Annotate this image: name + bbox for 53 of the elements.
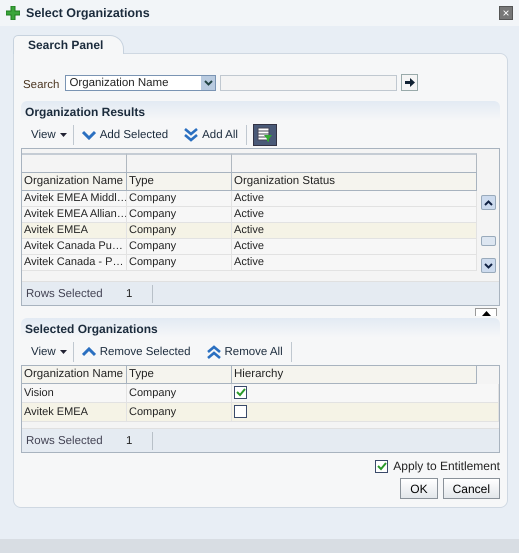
collapse-button[interactable] bbox=[475, 308, 497, 316]
close-button[interactable]: × bbox=[499, 6, 513, 20]
checkbox[interactable] bbox=[234, 404, 247, 418]
table-row[interactable]: Avitek EMEA Company bbox=[22, 403, 499, 422]
search-label: Search bbox=[23, 78, 60, 90]
table-row[interactable]: Vision Company bbox=[22, 384, 499, 403]
column-header[interactable]: Organization Name bbox=[22, 173, 127, 190]
checkbox[interactable] bbox=[234, 386, 247, 398]
go-button[interactable] bbox=[401, 74, 418, 91]
column-header[interactable]: Organization Status bbox=[232, 173, 477, 190]
rows-selected-label: Rows Selected bbox=[25, 288, 104, 300]
table-row[interactable]: Avitek EMEA Allian…Company Active bbox=[22, 207, 477, 223]
toolbar-button[interactable]: Remove Selected bbox=[74, 342, 198, 362]
caret-icon bbox=[60, 350, 67, 354]
triangle-up-icon bbox=[482, 311, 490, 316]
column-header[interactable]: Hierarchy bbox=[232, 366, 477, 383]
caret-icon bbox=[60, 133, 67, 137]
search-input[interactable] bbox=[220, 74, 398, 90]
table-row[interactable]: Avitek EMEA Company Active bbox=[22, 223, 477, 239]
view-menu[interactable]: View bbox=[27, 125, 73, 145]
column-header[interactable]: Type bbox=[127, 366, 232, 383]
checkbox-label: Apply to Entitlement bbox=[393, 459, 500, 473]
column-header[interactable]: Type bbox=[127, 173, 232, 190]
rows-selected-label: Rows Selected bbox=[25, 434, 104, 446]
chevron-down-icon bbox=[484, 262, 492, 268]
double-chevron-down-icon bbox=[184, 128, 198, 142]
section-header: Organization Results bbox=[21, 101, 500, 121]
chevron-down-icon bbox=[204, 80, 213, 86]
chevron-up-icon bbox=[82, 347, 96, 357]
filter-table-icon[interactable] bbox=[252, 124, 277, 146]
section-header: Selected Organizations bbox=[21, 318, 500, 338]
double-chevron-up-icon bbox=[206, 345, 220, 359]
rows-selected-count: 1 bbox=[106, 284, 153, 302]
toolbar-button[interactable]: Add Selected bbox=[74, 125, 176, 145]
rows-selected-count: 1 bbox=[106, 432, 153, 450]
search-field-dropdown[interactable]: Organization Name bbox=[65, 74, 216, 90]
column-header[interactable]: Organization Name bbox=[22, 366, 127, 383]
checkbox[interactable] bbox=[375, 460, 388, 472]
chevron-up-icon bbox=[484, 200, 492, 206]
dialog-button[interactable]: OK bbox=[400, 478, 438, 499]
toolbar-button[interactable]: Remove All bbox=[198, 342, 291, 362]
table-row[interactable]: Avitek EMEA Middl…Company Active bbox=[22, 191, 477, 207]
arrow-right-icon bbox=[404, 78, 415, 87]
plus-icon bbox=[6, 6, 20, 20]
view-menu[interactable]: View bbox=[27, 342, 73, 362]
table-row[interactable]: Avitek Canada Pu… Company Active bbox=[22, 239, 477, 255]
dialog-title: Select Organizations bbox=[26, 6, 151, 20]
scrollbar-thumb[interactable] bbox=[480, 236, 496, 246]
table-row[interactable]: Avitek Canada - P… Company Active bbox=[22, 255, 477, 271]
dialog-button[interactable]: Cancel bbox=[442, 478, 500, 499]
chevron-down-icon bbox=[82, 130, 96, 140]
tab[interactable]: Search Panel bbox=[13, 35, 124, 54]
toolbar-button[interactable]: Add All bbox=[176, 125, 246, 145]
